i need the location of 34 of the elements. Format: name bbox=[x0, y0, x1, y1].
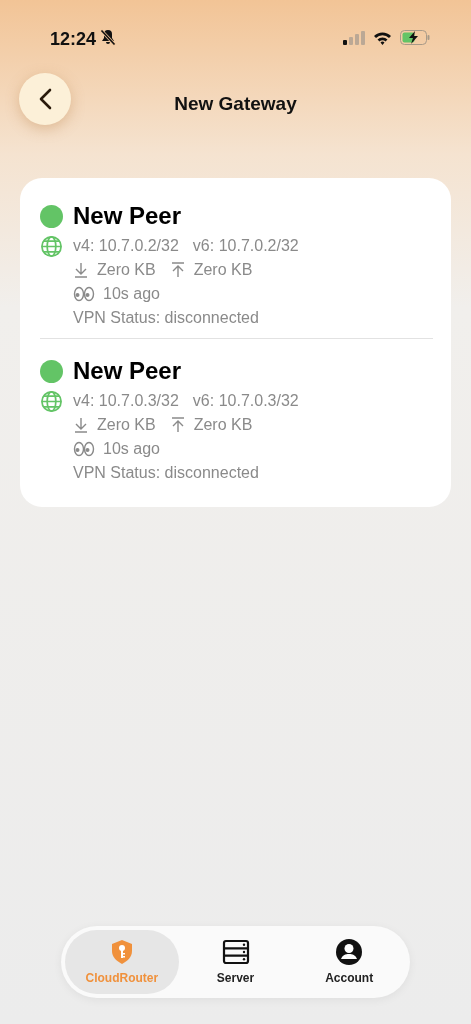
upload-icon bbox=[169, 417, 186, 433]
signal-icon bbox=[343, 30, 365, 45]
download-amount: Zero KB bbox=[97, 260, 156, 280]
upload-icon bbox=[169, 262, 186, 278]
last-seen: 10s ago bbox=[103, 284, 160, 304]
ip-address: v4: 10.7.0.3/32 bbox=[73, 391, 179, 411]
upload-amount: Zero KB bbox=[193, 260, 253, 280]
eyes-icon bbox=[73, 286, 95, 302]
ip-address: v4: 10.7.0.2/32 bbox=[73, 236, 179, 256]
tab[interactable]: Account bbox=[292, 930, 406, 994]
vpn-status: VPN Status: disconnected bbox=[73, 463, 259, 483]
upload-amount: Zero KB bbox=[193, 415, 253, 435]
server-icon bbox=[221, 937, 250, 966]
muted-bell-icon bbox=[100, 29, 117, 46]
globe-icon bbox=[40, 234, 63, 258]
battery-icon bbox=[400, 30, 431, 45]
page-title: New Gateway bbox=[174, 91, 297, 116]
download-amount: Zero KB bbox=[97, 415, 156, 435]
back-button[interactable] bbox=[19, 73, 71, 125]
eyes-icon bbox=[73, 441, 95, 457]
download-icon bbox=[73, 262, 89, 278]
peer-name: New Peer bbox=[73, 356, 182, 386]
chevron-left-icon bbox=[38, 88, 52, 110]
download-icon bbox=[73, 417, 89, 433]
wifi-icon bbox=[373, 30, 392, 45]
ip-address: v6: 10.7.0.3/32 bbox=[192, 391, 299, 411]
globe-icon bbox=[40, 389, 63, 413]
last-seen: 10s ago bbox=[103, 439, 160, 459]
account-icon bbox=[335, 937, 364, 966]
peer-name: New Peer bbox=[73, 201, 182, 231]
vpn-status: VPN Status: disconnected bbox=[73, 308, 259, 328]
status-time: 12:24 bbox=[50, 28, 97, 51]
tab[interactable]: Server bbox=[178, 930, 293, 994]
ip-address: v6: 10.7.0.2/32 bbox=[192, 236, 299, 256]
